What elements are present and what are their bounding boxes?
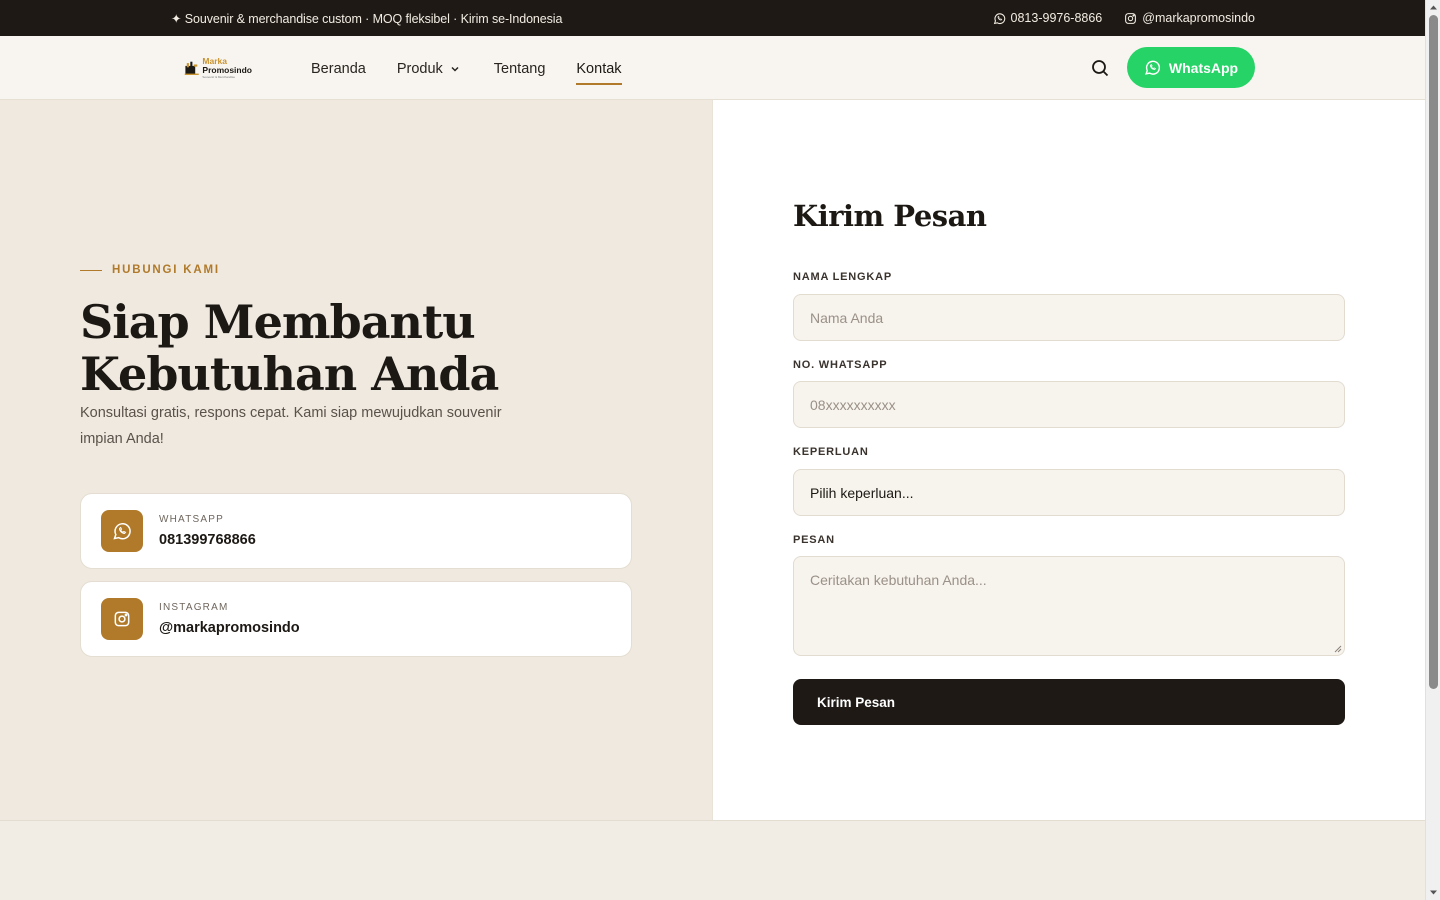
contact-value: 081399768866 bbox=[159, 532, 256, 548]
logo-line2: Promosindo bbox=[202, 65, 252, 75]
eyebrow: HUBUNGI KAMI bbox=[80, 264, 220, 276]
topbar-phone: 0813-9976-8866 bbox=[1010, 11, 1103, 25]
nav-item-kontak[interactable]: Kontak bbox=[576, 58, 622, 85]
nav-label: Beranda bbox=[311, 61, 366, 77]
nav-label: Tentang bbox=[493, 61, 546, 77]
whatsapp-button[interactable]: WhatsApp bbox=[1127, 47, 1255, 88]
purpose-label: KEPERLUAN bbox=[793, 446, 869, 458]
purpose-select[interactable]: Pilih keperluan... bbox=[793, 469, 1345, 516]
contact-value: @markapromosindo bbox=[159, 620, 300, 636]
instagram-icon bbox=[114, 611, 130, 627]
name-label: NAMA LENGKAP bbox=[793, 271, 893, 283]
contact-card-instagram[interactable]: INSTAGRAM @markapromosindo bbox=[80, 581, 632, 657]
topbar-phone-link[interactable]: 0813-9976-8866 bbox=[993, 11, 1103, 25]
scroll-down-arrow-icon[interactable] bbox=[1429, 888, 1438, 897]
hero-title-line1: Siap Membantu bbox=[80, 295, 476, 349]
eyebrow-text: HUBUNGI KAMI bbox=[112, 264, 220, 276]
nav-item-produk[interactable]: Produk bbox=[397, 58, 461, 80]
topbar-instagram: @markapromosindo bbox=[1142, 11, 1255, 25]
promo-text: ✦ Souvenir & merchandise custom · MOQ fl… bbox=[171, 12, 563, 26]
main-nav: Beranda Produk Tentang Kontak bbox=[311, 58, 622, 85]
nav-item-tentang[interactable]: Tentang bbox=[494, 58, 546, 80]
next-section bbox=[0, 820, 1425, 900]
whatsapp-icon bbox=[113, 523, 131, 540]
contact-icon-box bbox=[101, 598, 143, 640]
contact-label: WHATSAPP bbox=[159, 514, 224, 525]
nav-item-beranda[interactable]: Beranda bbox=[311, 58, 366, 80]
submit-button[interactable]: Kirim Pesan bbox=[793, 679, 1345, 725]
hero-subtitle: Konsultasi gratis, respons cepat. Kami s… bbox=[80, 405, 502, 447]
contact-card-whatsapp[interactable]: WHATSAPP 081399768866 bbox=[80, 493, 632, 569]
message-textarea[interactable]: Ceritakan kebutuhan Anda... bbox=[793, 556, 1345, 656]
submit-label: Kirim Pesan bbox=[817, 694, 896, 710]
name-input[interactable]: Nama Anda bbox=[793, 294, 1345, 341]
chevron-down-icon bbox=[451, 66, 459, 72]
message-label: PESAN bbox=[793, 534, 835, 546]
nav-label: Kontak bbox=[576, 61, 622, 77]
contact-icon-box bbox=[101, 510, 143, 552]
contact-form-section: Kirim Pesan NAMA LENGKAP Nama Anda NO. W… bbox=[712, 100, 1425, 820]
whatsapp-icon bbox=[993, 12, 1005, 24]
scrollbar[interactable] bbox=[1425, 0, 1440, 900]
scroll-up-arrow-icon[interactable] bbox=[1429, 3, 1438, 12]
whatsapp-button-label: WhatsApp bbox=[1168, 59, 1239, 76]
logo-wordmark: Marka Promosindo Souvenir & Merchandise bbox=[202, 57, 252, 80]
resize-handle-icon[interactable] bbox=[1334, 645, 1342, 653]
whatsapp-label: NO. WHATSAPP bbox=[793, 359, 888, 371]
hero-title-line2: Kebutuhan Anda bbox=[80, 347, 499, 401]
eyebrow-line bbox=[80, 269, 102, 271]
whatsapp-input[interactable]: 08xxxxxxxxxx bbox=[793, 381, 1345, 428]
search-icon[interactable] bbox=[1089, 57, 1111, 79]
contact-label: INSTAGRAM bbox=[159, 602, 229, 613]
instagram-icon bbox=[1125, 12, 1137, 24]
message-placeholder: Ceritakan kebutuhan Anda... bbox=[810, 572, 987, 588]
contact-hero: HUBUNGI KAMI Siap Membantu Kebutuhan And… bbox=[0, 100, 712, 820]
topbar-instagram-link[interactable]: @markapromosindo bbox=[1124, 11, 1255, 25]
page: ✦ Souvenir & merchandise custom · MOQ fl… bbox=[0, 0, 1425, 900]
site-header: Marka Promosindo Souvenir & Merchandise … bbox=[0, 36, 1425, 100]
whatsapp-icon bbox=[1144, 60, 1160, 75]
hero-title: Siap Membantu Kebutuhan Anda bbox=[80, 296, 640, 400]
logo[interactable]: Marka Promosindo Souvenir & Merchandise bbox=[184, 54, 252, 82]
nav-label: Produk bbox=[396, 61, 443, 77]
top-announcement-bar: ✦ Souvenir & merchandise custom · MOQ fl… bbox=[0, 0, 1425, 36]
logo-mark-icon bbox=[184, 61, 199, 76]
scrollbar-thumb[interactable] bbox=[1429, 15, 1438, 689]
logo-line3: Souvenir & Merchandise bbox=[202, 75, 236, 79]
form-title: Kirim Pesan bbox=[793, 199, 987, 233]
topbar-contacts: 0813-9976-8866 @markapromosindo bbox=[993, 11, 1255, 25]
